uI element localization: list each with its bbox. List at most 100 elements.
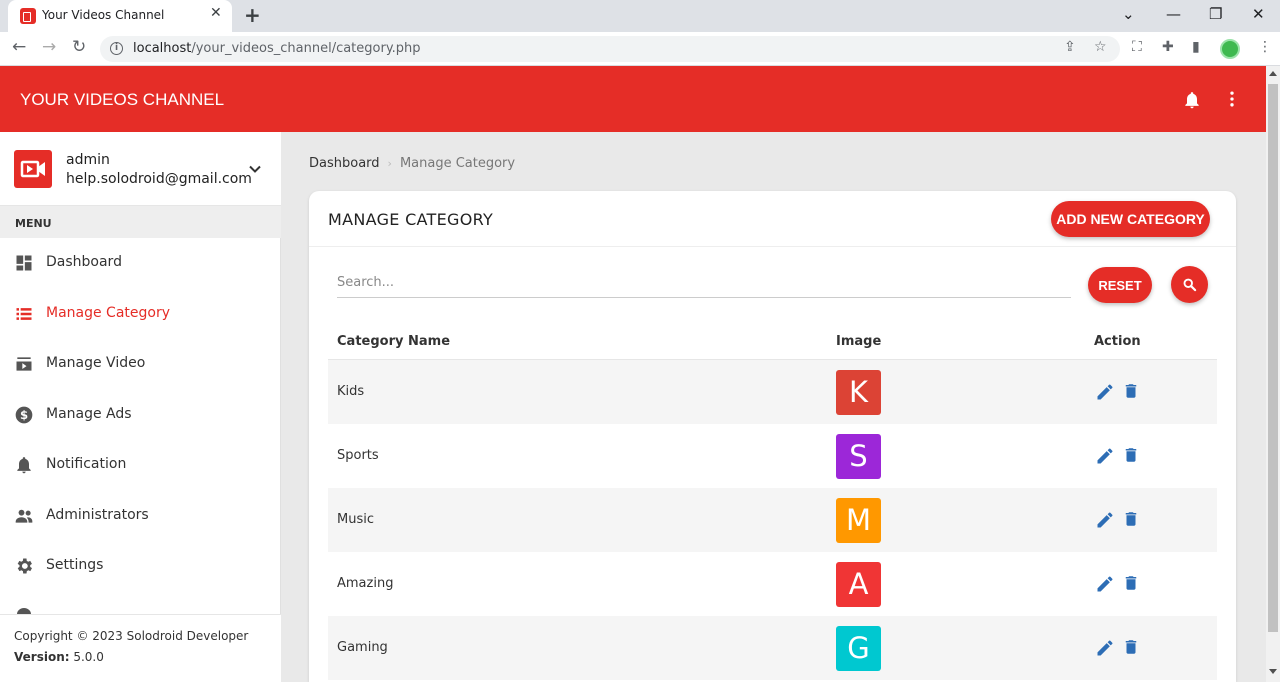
breadcrumb-current: Manage Category xyxy=(399,156,516,171)
android-icon xyxy=(17,608,31,614)
app-title[interactable]: YOUR VIDEOS CHANNEL xyxy=(20,90,224,110)
category-image[interactable]: A xyxy=(836,562,881,607)
category-name: Sports xyxy=(337,448,379,463)
sidebar-item-manage-video[interactable]: Manage Video xyxy=(0,339,281,389)
back-icon[interactable]: ← xyxy=(12,37,26,57)
user-name: admin xyxy=(66,152,110,168)
video-library-icon xyxy=(16,357,32,371)
page-title: MANAGE CATEGORY xyxy=(328,210,494,229)
edit-icon[interactable] xyxy=(1095,382,1115,402)
restore-icon[interactable]: ❐ xyxy=(1209,5,1222,23)
video-favicon-icon xyxy=(20,8,36,24)
sidebar-footer: Copyright © 2023 Solodroid Developer Ver… xyxy=(0,614,281,682)
notification-bell-icon[interactable] xyxy=(1182,89,1202,111)
delete-icon[interactable] xyxy=(1122,381,1140,401)
screenshot-icon[interactable]: ⛶ xyxy=(1132,39,1142,55)
video-camera-icon xyxy=(20,160,45,178)
people-icon xyxy=(15,509,33,523)
delete-icon[interactable] xyxy=(1122,637,1140,657)
side-panel-icon[interactable]: ▮ xyxy=(1192,39,1200,55)
extensions-icon[interactable]: ✚ xyxy=(1162,39,1174,55)
chevron-down-icon[interactable] xyxy=(248,162,262,176)
category-name: Amazing xyxy=(337,576,394,591)
sidebar-item-manage-category[interactable]: Manage Category xyxy=(0,289,281,339)
dashboard-icon xyxy=(16,255,32,271)
sidebar-item-label: Notification xyxy=(46,456,127,472)
edit-icon[interactable] xyxy=(1095,638,1115,658)
user-info[interactable]: admin help.solodroid@gmail.com xyxy=(0,132,281,206)
browser-menu-icon[interactable]: ⋮ xyxy=(1258,39,1272,55)
more-vert-icon[interactable] xyxy=(1222,88,1242,110)
edit-icon[interactable] xyxy=(1095,510,1115,530)
page-scrollbar[interactable] xyxy=(1266,66,1280,682)
scrollbar-thumb[interactable] xyxy=(1268,84,1278,632)
add-new-category-button[interactable]: ADD NEW CATEGORY xyxy=(1051,201,1210,237)
site-info-icon[interactable]: i xyxy=(110,42,123,55)
category-name: Kids xyxy=(337,384,365,399)
browser-toolbar: ← → ↻ i localhost/your_videos_channel/ca… xyxy=(0,32,1280,66)
table-header: Category Name Image Action xyxy=(328,325,1217,360)
column-header-image: Image xyxy=(836,334,882,349)
sidebar-item-label: Administrators xyxy=(46,507,149,523)
profile-avatar[interactable] xyxy=(1220,39,1240,59)
category-name: Gaming xyxy=(337,640,388,655)
sidebar: admin help.solodroid@gmail.com MENU Dash… xyxy=(0,132,281,682)
delete-icon[interactable] xyxy=(1122,509,1140,529)
version-text: Version: 5.0.0 xyxy=(14,650,104,664)
new-tab-icon[interactable]: + xyxy=(244,3,261,27)
search-input[interactable] xyxy=(337,268,1071,298)
sidebar-item-settings[interactable]: Settings xyxy=(0,541,281,591)
browser-tabstrip: Your Videos Channel ✕ + ⌄ — ❐ ✕ xyxy=(0,0,1280,32)
reload-icon[interactable]: ↻ xyxy=(72,37,86,57)
category-table: Category Name Image Action Kids K Sports S M… xyxy=(328,325,1217,680)
close-window-icon[interactable]: ✕ xyxy=(1252,5,1265,23)
search-button[interactable] xyxy=(1171,266,1208,303)
close-tab-icon[interactable]: ✕ xyxy=(210,5,222,21)
breadcrumb-separator-icon: › xyxy=(387,157,392,170)
edit-icon[interactable] xyxy=(1095,446,1115,466)
edit-icon[interactable] xyxy=(1095,574,1115,594)
delete-icon[interactable] xyxy=(1122,573,1140,593)
menu-header: MENU xyxy=(0,206,281,238)
address-bar[interactable]: i localhost/your_videos_channel/category… xyxy=(100,36,1120,62)
tab-search-icon[interactable]: ⌄ xyxy=(1122,5,1135,23)
column-header-action: Action xyxy=(1094,334,1141,349)
dollar-icon: $ xyxy=(15,406,33,424)
card-header: MANAGE CATEGORY ADD NEW CATEGORY xyxy=(309,191,1236,247)
user-email: help.solodroid@gmail.com xyxy=(66,171,252,187)
column-header-category-name: Category Name xyxy=(337,334,451,349)
breadcrumb: Dashboard › Manage Category xyxy=(309,156,515,171)
table-row: Gaming G xyxy=(328,616,1217,680)
sidebar-item-manage-ads[interactable]: $ Manage Ads xyxy=(0,390,281,440)
reset-button[interactable]: RESET xyxy=(1088,267,1152,303)
gear-icon xyxy=(17,558,32,574)
delete-icon[interactable] xyxy=(1122,445,1140,465)
bookmark-star-icon[interactable]: ☆ xyxy=(1094,39,1107,55)
sidebar-item-label: Manage Category xyxy=(46,305,171,321)
category-image[interactable]: K xyxy=(836,370,881,415)
sidebar-item-label: Manage Ads xyxy=(46,406,132,422)
tab-title: Your Videos Channel xyxy=(42,8,165,22)
sidebar-item-administrators[interactable]: Administrators xyxy=(0,491,281,541)
table-row: Kids K xyxy=(328,360,1217,424)
scroll-down-arrow-icon[interactable] xyxy=(1269,669,1277,674)
browser-tab[interactable]: Your Videos Channel ✕ xyxy=(8,0,232,32)
sidebar-item-notification[interactable]: Notification xyxy=(0,440,281,490)
category-image[interactable]: M xyxy=(836,498,881,543)
list-icon xyxy=(16,308,32,320)
svg-text:$: $ xyxy=(20,408,28,422)
manage-category-card: MANAGE CATEGORY ADD NEW CATEGORY RESET C… xyxy=(309,191,1236,682)
table-row: Sports S xyxy=(328,424,1217,488)
avatar xyxy=(14,150,52,188)
table-row: Music M xyxy=(328,488,1217,552)
forward-icon[interactable]: → xyxy=(42,37,56,57)
sidebar-item-label: Dashboard xyxy=(46,254,122,270)
minimize-icon[interactable]: — xyxy=(1166,5,1181,23)
category-image[interactable]: G xyxy=(836,626,881,671)
breadcrumb-dashboard-link[interactable]: Dashboard xyxy=(309,156,380,171)
category-image[interactable]: S xyxy=(836,434,881,479)
share-icon[interactable]: ⇪ xyxy=(1064,39,1076,55)
sidebar-item-label: Manage Video xyxy=(46,355,146,371)
sidebar-item-dashboard[interactable]: Dashboard xyxy=(0,238,281,288)
scroll-up-arrow-icon[interactable] xyxy=(1269,71,1277,76)
